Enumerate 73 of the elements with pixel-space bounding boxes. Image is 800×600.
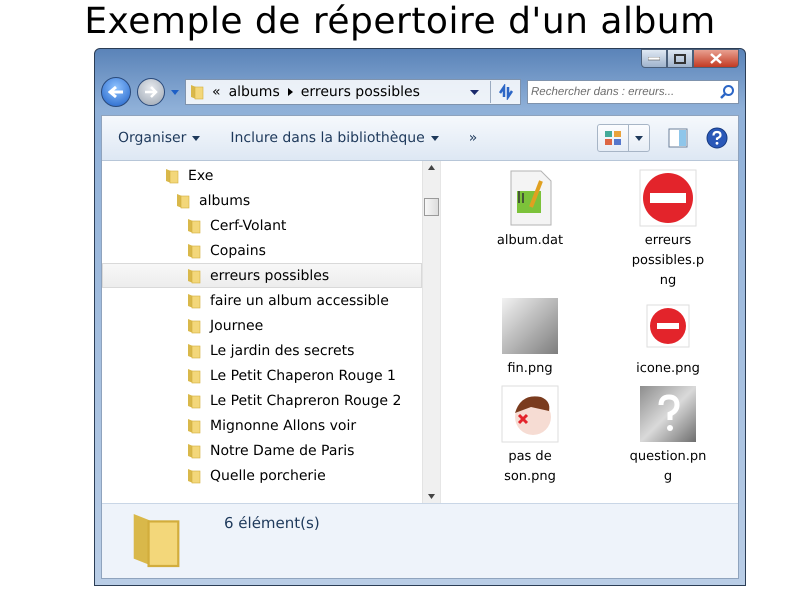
maximize-button[interactable] [667,49,693,68]
tree-item[interactable]: albums [102,188,422,213]
toolbar-menu-button[interactable]: Inclure dans la bibliothèque [230,128,439,148]
caret-icon [192,136,200,140]
pane-icon [668,128,688,148]
folder-icon [187,318,201,334]
close-icon [710,53,722,64]
caret-icon [470,90,478,94]
tree-item[interactable]: Le jardin des secrets [102,338,422,363]
breadcrumb-item[interactable]: albums [228,84,280,100]
forward-button[interactable] [137,78,165,106]
folder-icon [187,342,201,358]
chevron-icon[interactable] [288,88,293,96]
folder-icon [187,242,201,258]
folder-icon [187,268,201,284]
folder-icon [187,468,201,484]
minimize-button[interactable] [641,49,667,68]
sign-icon [639,169,697,227]
tree-item[interactable]: Cerf-Volant [102,213,422,238]
tree-item[interactable]: Quelle porcherie [102,463,422,488]
tree-item[interactable]: erreurs possibles [102,263,422,288]
item-count: 6 élément(s) [224,514,320,534]
scrollbar[interactable] [422,161,440,503]
tree-item[interactable]: Exe [102,163,422,188]
more-button[interactable]: » [468,128,478,148]
folder-icon [187,442,201,458]
folder-icon [190,84,204,100]
folder-icon [176,192,190,208]
tree-item[interactable]: Journee [102,313,422,338]
question-mark-icon [639,385,697,443]
breadcrumb-item[interactable]: erreurs possibles [300,84,420,100]
file-name[interactable]: fin.png [490,359,570,379]
scroll-thumb[interactable] [424,198,439,216]
page-heading: Exemple de répertoire d'un album [83,0,717,44]
toolbar-menu-button[interactable]: Organiser [118,128,200,148]
folder-icon [187,368,201,384]
close-button[interactable] [693,49,739,68]
search-icon [719,84,735,100]
tree-item[interactable]: Copains [102,238,422,263]
minimize-icon [648,56,660,60]
view-icon [604,130,622,146]
file-name[interactable]: pas de son.png [490,447,570,487]
preview-pane-button[interactable] [668,128,688,148]
folder-icon [187,418,201,434]
folder-icon [187,218,201,234]
address-bar[interactable]: « albums erreurs possibles [185,79,521,105]
scroll-up-icon[interactable] [428,165,435,170]
folder-icon [187,292,201,308]
help-button[interactable] [706,127,728,149]
file-name[interactable]: question.png [628,447,708,487]
tree-item[interactable]: Le Petit Chaperon Rouge 1 [102,363,422,388]
back-button[interactable] [101,77,131,107]
back-arrow-icon [108,85,124,99]
help-icon [706,127,728,149]
file-name[interactable]: erreurs possibles.png [628,231,708,291]
tree-item[interactable]: Notre Dame de Paris [102,438,422,463]
refresh-arrows-icon [496,84,514,100]
file-name[interactable]: icone.png [628,359,708,379]
forward-arrow-icon [144,86,158,98]
scroll-down-icon[interactable] [428,494,435,499]
gradient-tile-icon [501,297,559,355]
address-overflow[interactable]: « [212,84,221,100]
tree-item[interactable]: Mignonne Allons voir [102,413,422,438]
folder-icon [165,168,179,184]
head-icon [501,385,559,443]
file-name[interactable]: album.dat [490,231,570,251]
maximize-icon [674,54,686,64]
tree-item[interactable]: faire un album accessible [102,288,422,313]
caret-icon [430,136,439,140]
folder-icon [187,392,201,408]
tree-item[interactable]: Le Petit Chapreron Rouge 2 [102,388,422,413]
caret-icon [635,136,643,140]
search-field[interactable]: Rechercher dans : erreurs... [527,80,739,104]
